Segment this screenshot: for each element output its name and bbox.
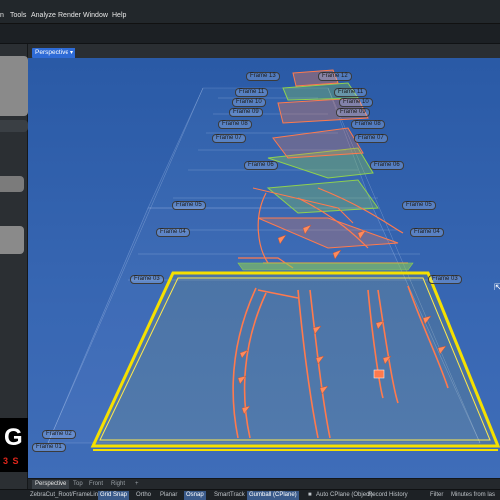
frame-label[interactable]: Frame 11 (235, 88, 269, 97)
menu-item-render[interactable]: Render (58, 12, 81, 19)
osnap-toggle[interactable]: Osnap (184, 491, 206, 500)
gumball-toggle[interactable]: Gumball (CPlane) (247, 491, 299, 500)
record-history-toggle[interactable]: Record History (366, 491, 410, 500)
menu-item-tools[interactable]: Tools (10, 12, 26, 19)
model-scene (47, 69, 500, 451)
panel-button[interactable] (0, 176, 24, 192)
viewport-tab-perspective[interactable]: Perspective (32, 48, 72, 58)
frame-label[interactable]: Frame 12 (318, 72, 352, 81)
tab-front[interactable]: Front (86, 480, 106, 489)
tab-perspective[interactable]: Perspective (32, 480, 70, 489)
frame-label[interactable]: Frame 10 (339, 98, 373, 107)
app-window: n Tools Analyze Render Window Help Persp… (0, 0, 500, 500)
frame-label[interactable]: Frame 08 (351, 120, 385, 129)
ortho-toggle[interactable]: Ortho (134, 491, 153, 500)
panel-preview (0, 56, 28, 116)
frame-label[interactable]: Frame 06 (244, 161, 278, 170)
frame-label[interactable]: Frame 13 (246, 72, 280, 81)
smarttrack-toggle[interactable]: SmartTrack (212, 491, 247, 500)
brand-logo: G 3 S (0, 418, 28, 472)
frame-label[interactable]: Frame 05 (172, 201, 206, 210)
frame-label[interactable]: Frame 10 (232, 98, 266, 107)
viewport-header (28, 44, 500, 58)
logo-letter: G (4, 424, 23, 451)
frame-label[interactable]: Frame 04 (410, 228, 444, 237)
minutes-since-save: Minutes from las (451, 492, 496, 498)
panel-large-button[interactable] (0, 226, 24, 254)
viewport-tabs: Perspective Top Front Right + (28, 478, 500, 489)
menu-item-truncated[interactable]: n (0, 12, 4, 19)
toolbar-strip (0, 24, 500, 44)
tab-top[interactable]: Top (70, 480, 86, 489)
frame-label[interactable]: Frame 03 (428, 275, 462, 284)
menu-item-help[interactable]: Help (112, 12, 126, 19)
viewport-perspective[interactable]: Frame 13 Frame 12 Frame 11 Frame 11 Fram… (28, 58, 500, 478)
frame-label[interactable]: Frame 07 (354, 134, 388, 143)
add-tab-button[interactable]: + (132, 480, 142, 489)
frame-label[interactable]: Frame 09 (229, 108, 263, 117)
frame-label[interactable]: Frame 07 (212, 134, 246, 143)
lock-icon: ■ (308, 492, 312, 498)
tab-right[interactable]: Right (108, 480, 128, 489)
panel-divider (0, 120, 28, 132)
frame-label[interactable]: Frame 06 (370, 161, 404, 170)
status-bar: ZebraCut_Root/FrameLines Grid Snap Ortho… (0, 489, 500, 500)
frame-label[interactable]: Frame 05 (402, 201, 436, 210)
cursor-icon: ⇱ (494, 282, 500, 292)
frame-label[interactable]: Frame 03 (130, 275, 164, 284)
frame-label[interactable]: Frame 09 (336, 108, 370, 117)
layer-path[interactable]: ZebraCut_Root/FrameLines (28, 491, 106, 500)
grid-snap-toggle[interactable]: Grid Snap (98, 491, 130, 500)
menu-bar: n Tools Analyze Render Window Help (0, 0, 500, 24)
frame-label[interactable]: Frame 08 (218, 120, 252, 129)
frame-label[interactable]: Frame 02 (42, 430, 76, 439)
menu-item-window[interactable]: Window (83, 12, 108, 19)
planar-toggle[interactable]: Planar (158, 491, 179, 500)
logo-sub: 3 S (3, 456, 20, 466)
frame-label[interactable]: Frame 11 (334, 88, 368, 97)
gumball-icon (373, 369, 385, 379)
menu-item-analyze[interactable]: Analyze (31, 12, 56, 19)
frame-label[interactable]: Frame 01 (32, 443, 66, 452)
frame-label[interactable]: Frame 04 (156, 228, 190, 237)
chevron-down-icon[interactable]: ▾ (68, 48, 75, 58)
filter-toggle[interactable]: Filter (428, 491, 445, 500)
